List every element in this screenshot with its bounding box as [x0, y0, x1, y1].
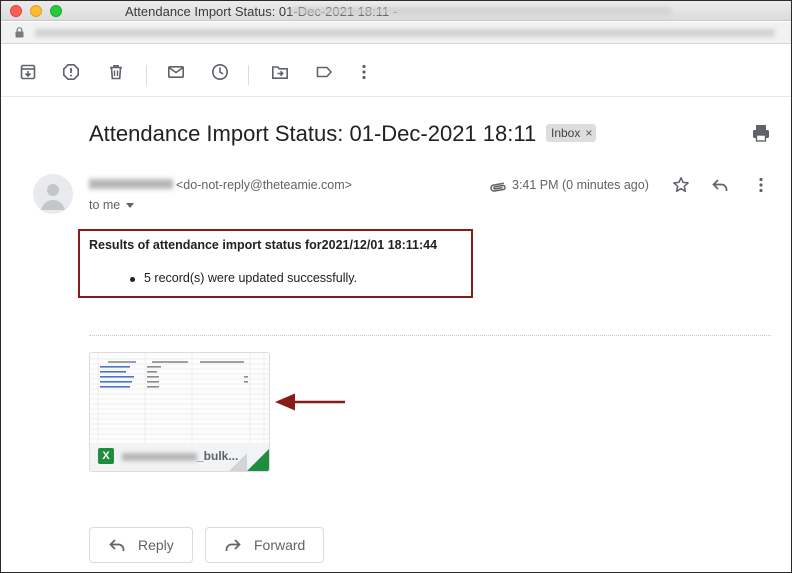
star-icon: [673, 177, 689, 193]
close-window-button[interactable]: [10, 5, 22, 17]
sender-email: <do-not-reply@theteamie.com>: [176, 178, 352, 192]
message-toolbar: [1, 45, 791, 97]
report-spam-icon: [63, 64, 79, 80]
redacted-sender-name: [89, 179, 173, 189]
reply-button-label: Reply: [138, 537, 174, 553]
print-icon: [753, 125, 769, 142]
delete-icon: [110, 65, 122, 80]
person-icon: [41, 184, 65, 210]
snooze-icon: [212, 64, 228, 80]
report-spam-button[interactable]: [61, 62, 81, 82]
inbox-label-text: Inbox: [551, 126, 581, 140]
delete-button[interactable]: [106, 62, 126, 82]
attachment-clip-icon: [490, 182, 506, 192]
recipient-details-toggle[interactable]: to me: [89, 198, 135, 212]
star-button[interactable]: [671, 175, 691, 195]
redacted-attachment-name: [122, 453, 197, 461]
label-icon: [316, 66, 333, 78]
archive-icon: [20, 64, 36, 80]
move-to-button[interactable]: [270, 62, 290, 82]
snooze-button[interactable]: [210, 62, 230, 82]
remove-label-button[interactable]: ×: [585, 126, 592, 140]
archive-button[interactable]: [18, 62, 38, 82]
forward-icon: [225, 539, 241, 551]
move-to-icon: [272, 66, 288, 79]
title-bar: Attendance Import Status: 01-Dec-2021 18…: [1, 1, 791, 21]
recipient-label: to me: [89, 198, 121, 212]
excel-file-icon: X: [98, 448, 114, 464]
minimize-window-button[interactable]: [30, 5, 42, 17]
received-time: 3:41 PM (0 minutes ago): [512, 178, 649, 192]
attachment-divider: [89, 335, 771, 336]
mark-unread-icon: [167, 65, 184, 78]
reply-button[interactable]: Reply: [89, 527, 193, 563]
attachment-card[interactable]: X _bulk...: [89, 352, 270, 472]
toolbar-divider: [248, 65, 249, 85]
more-vert-icon: [362, 64, 366, 80]
mark-unread-button[interactable]: [166, 62, 186, 82]
chevron-down-icon: [126, 202, 135, 208]
label-button[interactable]: [314, 62, 334, 82]
url-bar[interactable]: [1, 22, 791, 44]
redacted-title-text: [291, 7, 671, 15]
spreadsheet-thumbnail: [90, 353, 269, 443]
highlight-box: [78, 229, 473, 298]
email-subject: Attendance Import Status: 01-Dec-2021 18…: [89, 121, 537, 146]
toolbar-divider: [146, 65, 147, 85]
sender-avatar: [33, 174, 73, 214]
spreadsheet-preview: [90, 353, 269, 443]
reply-icon: [712, 179, 728, 191]
print-all-button[interactable]: [751, 123, 771, 143]
mail-window: Attendance Import Status: 01-Dec-2021 18…: [0, 0, 792, 573]
page-fold-icon: [229, 449, 269, 471]
reply-icon: [109, 539, 125, 551]
inbox-label-chip[interactable]: Inbox ×: [546, 124, 597, 142]
maximize-window-button[interactable]: [50, 5, 62, 17]
forward-button[interactable]: Forward: [205, 527, 325, 563]
more-options-button[interactable]: [354, 62, 374, 82]
more-vert-icon: [759, 177, 763, 193]
redacted-url: [35, 29, 775, 37]
lock-icon: [15, 27, 24, 38]
annotation-arrow-icon: [275, 393, 345, 411]
reply-header-button[interactable]: [710, 175, 730, 195]
message-more-button[interactable]: [751, 175, 771, 195]
forward-button-label: Forward: [254, 537, 306, 553]
